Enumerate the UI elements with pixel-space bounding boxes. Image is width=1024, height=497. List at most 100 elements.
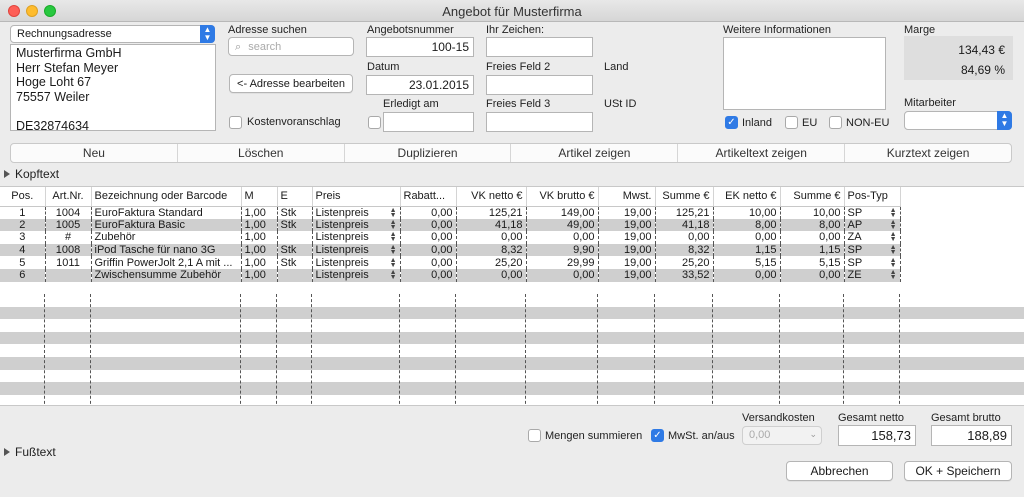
shipping-select[interactable]: 0,00 ⌄ bbox=[742, 426, 822, 445]
table-cell[interactable]: 5,15 bbox=[713, 256, 781, 269]
column-header[interactable]: Pos-Typ bbox=[844, 187, 901, 207]
duplicate-button[interactable]: Duplizieren bbox=[345, 144, 512, 162]
table-cell[interactable]: 0,00 bbox=[400, 256, 457, 269]
table-cell[interactable]: 10,00 bbox=[780, 206, 845, 219]
table-cell[interactable]: 0,00 bbox=[400, 231, 457, 244]
table-row[interactable]: 4 1008 iPod Tasche für nano 3G 1,00 Stk Liste… bbox=[0, 243, 901, 257]
table-cell[interactable]: 5,15 bbox=[780, 256, 845, 269]
table-cell[interactable]: Zwischensumme Zubehör bbox=[91, 268, 242, 282]
address-search-input[interactable]: ⌕ search bbox=[228, 37, 354, 56]
stepper-icon[interactable]: ▲ ▼ bbox=[890, 269, 897, 281]
table-cell[interactable]: 0,00 bbox=[780, 268, 845, 282]
stepper-icon[interactable]: ▲ ▼ bbox=[890, 244, 897, 256]
stepper-icon[interactable]: ▲ ▼ bbox=[390, 269, 397, 281]
cancel-button[interactable]: Abbrechen bbox=[786, 461, 893, 481]
column-header[interactable]: Art.Nr. bbox=[45, 187, 92, 207]
table-cell[interactable]: 149,00 bbox=[526, 206, 599, 219]
stepper-icon[interactable]: ▲ ▼ bbox=[390, 257, 397, 269]
table-cell[interactable]: ZE ▲ ▼ bbox=[844, 268, 901, 282]
table-cell[interactable]: 33,52 bbox=[655, 268, 714, 282]
table-cell[interactable]: Griffin PowerJolt 2,1 A mit ... bbox=[91, 256, 242, 269]
footer-text-toggle[interactable]: Fußtext bbox=[15, 445, 56, 459]
sum-quantities-checkbox[interactable] bbox=[528, 429, 541, 442]
table-cell[interactable]: 0,00 bbox=[456, 231, 527, 244]
employee-select[interactable]: ▲ ▼ bbox=[904, 111, 1012, 130]
done-checkbox[interactable] bbox=[368, 116, 381, 129]
table-cell[interactable]: 1 bbox=[0, 206, 46, 219]
gross-total-field[interactable]: 188,89 bbox=[931, 425, 1012, 446]
stepper-icon[interactable]: ▲ ▼ bbox=[390, 244, 397, 256]
table-cell[interactable]: 41,18 bbox=[655, 218, 714, 232]
net-total-field[interactable]: 158,73 bbox=[838, 425, 916, 446]
table-cell[interactable]: Listenpreis ▲ ▼ bbox=[312, 268, 401, 282]
table-cell[interactable]: 19,00 bbox=[598, 268, 656, 282]
stepper-icon[interactable]: ▲ ▼ bbox=[890, 207, 897, 219]
column-header[interactable]: M bbox=[241, 187, 278, 207]
table-cell[interactable]: 1004 bbox=[45, 206, 92, 219]
table-cell[interactable]: 5 bbox=[0, 256, 46, 269]
stepper-icon[interactable]: ▲ ▼ bbox=[390, 219, 397, 231]
table-cell[interactable]: 0,00 bbox=[780, 231, 845, 244]
table-cell[interactable]: 125,21 bbox=[655, 206, 714, 219]
table-cell[interactable]: Stk bbox=[277, 243, 313, 257]
free-field-2[interactable] bbox=[486, 75, 593, 95]
table-cell[interactable]: 0,00 bbox=[655, 231, 714, 244]
table-cell[interactable]: SP ▲ ▼ bbox=[844, 256, 901, 269]
table-cell[interactable]: 19,00 bbox=[598, 218, 656, 232]
estimate-checkbox[interactable] bbox=[229, 116, 242, 129]
show-article-button[interactable]: Artikel zeigen bbox=[511, 144, 679, 162]
column-header[interactable]: Summe € bbox=[655, 187, 714, 207]
table-cell[interactable] bbox=[45, 268, 92, 282]
table-cell[interactable]: 1,15 bbox=[713, 243, 781, 257]
header-text-toggle[interactable]: Kopftext bbox=[15, 167, 59, 181]
show-short-text-button[interactable]: Kurztext zeigen bbox=[845, 144, 1011, 162]
table-cell[interactable]: 1005 bbox=[45, 218, 92, 232]
table-cell[interactable]: 25,20 bbox=[655, 256, 714, 269]
table-cell[interactable]: 19,00 bbox=[598, 231, 656, 244]
table-cell[interactable]: 19,00 bbox=[598, 243, 656, 257]
table-cell[interactable]: Stk bbox=[277, 206, 313, 219]
table-cell[interactable]: Listenpreis ▲ ▼ bbox=[312, 218, 401, 232]
table-cell[interactable]: 8,32 bbox=[456, 243, 527, 257]
table-cell[interactable]: AP ▲ ▼ bbox=[844, 218, 901, 232]
table-cell[interactable] bbox=[277, 231, 313, 244]
table-cell[interactable]: Listenpreis ▲ ▼ bbox=[312, 206, 401, 219]
delete-button[interactable]: Löschen bbox=[178, 144, 345, 162]
table-cell[interactable]: 0,00 bbox=[713, 268, 781, 282]
table-cell[interactable]: 0,00 bbox=[400, 206, 457, 219]
table-cell[interactable]: 19,00 bbox=[598, 206, 656, 219]
table-cell[interactable]: 8,00 bbox=[780, 218, 845, 232]
table-cell[interactable]: 1011 bbox=[45, 256, 92, 269]
column-header[interactable]: VK brutto € bbox=[526, 187, 599, 207]
table-cell[interactable]: # bbox=[45, 231, 92, 244]
column-header[interactable]: Pos. bbox=[0, 187, 46, 207]
table-cell[interactable]: 41,18 bbox=[456, 218, 527, 232]
table-cell[interactable]: 0,00 bbox=[713, 231, 781, 244]
column-header[interactable]: Summe € bbox=[780, 187, 845, 207]
table-cell[interactable]: 6 bbox=[0, 268, 46, 282]
edit-address-button[interactable]: <- Adresse bearbeiten bbox=[229, 74, 353, 93]
free-field-3[interactable] bbox=[486, 112, 593, 132]
table-cell[interactable]: 0,00 bbox=[526, 231, 599, 244]
stepper-icon[interactable]: ▲ ▼ bbox=[390, 231, 397, 243]
info-textarea[interactable] bbox=[723, 37, 886, 110]
column-header[interactable]: Mwst. bbox=[598, 187, 656, 207]
stepper-icon[interactable]: ▲ ▼ bbox=[890, 219, 897, 231]
save-button[interactable]: OK + Speichern bbox=[904, 461, 1012, 481]
address-type-select[interactable]: Rechnungsadresse ▲ ▼ bbox=[10, 25, 215, 43]
column-header[interactable]: Bezeichnung oder Barcode bbox=[91, 187, 242, 207]
table-cell[interactable]: Listenpreis ▲ ▼ bbox=[312, 243, 401, 257]
vat-toggle-checkbox[interactable]: ✓ bbox=[651, 429, 664, 442]
column-header[interactable]: Preis bbox=[312, 187, 401, 207]
table-cell[interactable]: 1,00 bbox=[241, 218, 278, 232]
table-cell[interactable]: SP ▲ ▼ bbox=[844, 243, 901, 257]
offer-number-field[interactable]: 100-15 bbox=[366, 37, 474, 57]
column-header[interactable]: Rabatt... bbox=[400, 187, 457, 207]
table-cell[interactable]: 1,00 bbox=[241, 206, 278, 219]
column-header[interactable]: EK netto € bbox=[713, 187, 781, 207]
new-button[interactable]: Neu bbox=[11, 144, 178, 162]
table-cell[interactable]: 10,00 bbox=[713, 206, 781, 219]
table-cell[interactable]: 8,00 bbox=[713, 218, 781, 232]
table-cell[interactable]: 1,00 bbox=[241, 243, 278, 257]
stepper-icon[interactable]: ▲ ▼ bbox=[890, 257, 897, 269]
